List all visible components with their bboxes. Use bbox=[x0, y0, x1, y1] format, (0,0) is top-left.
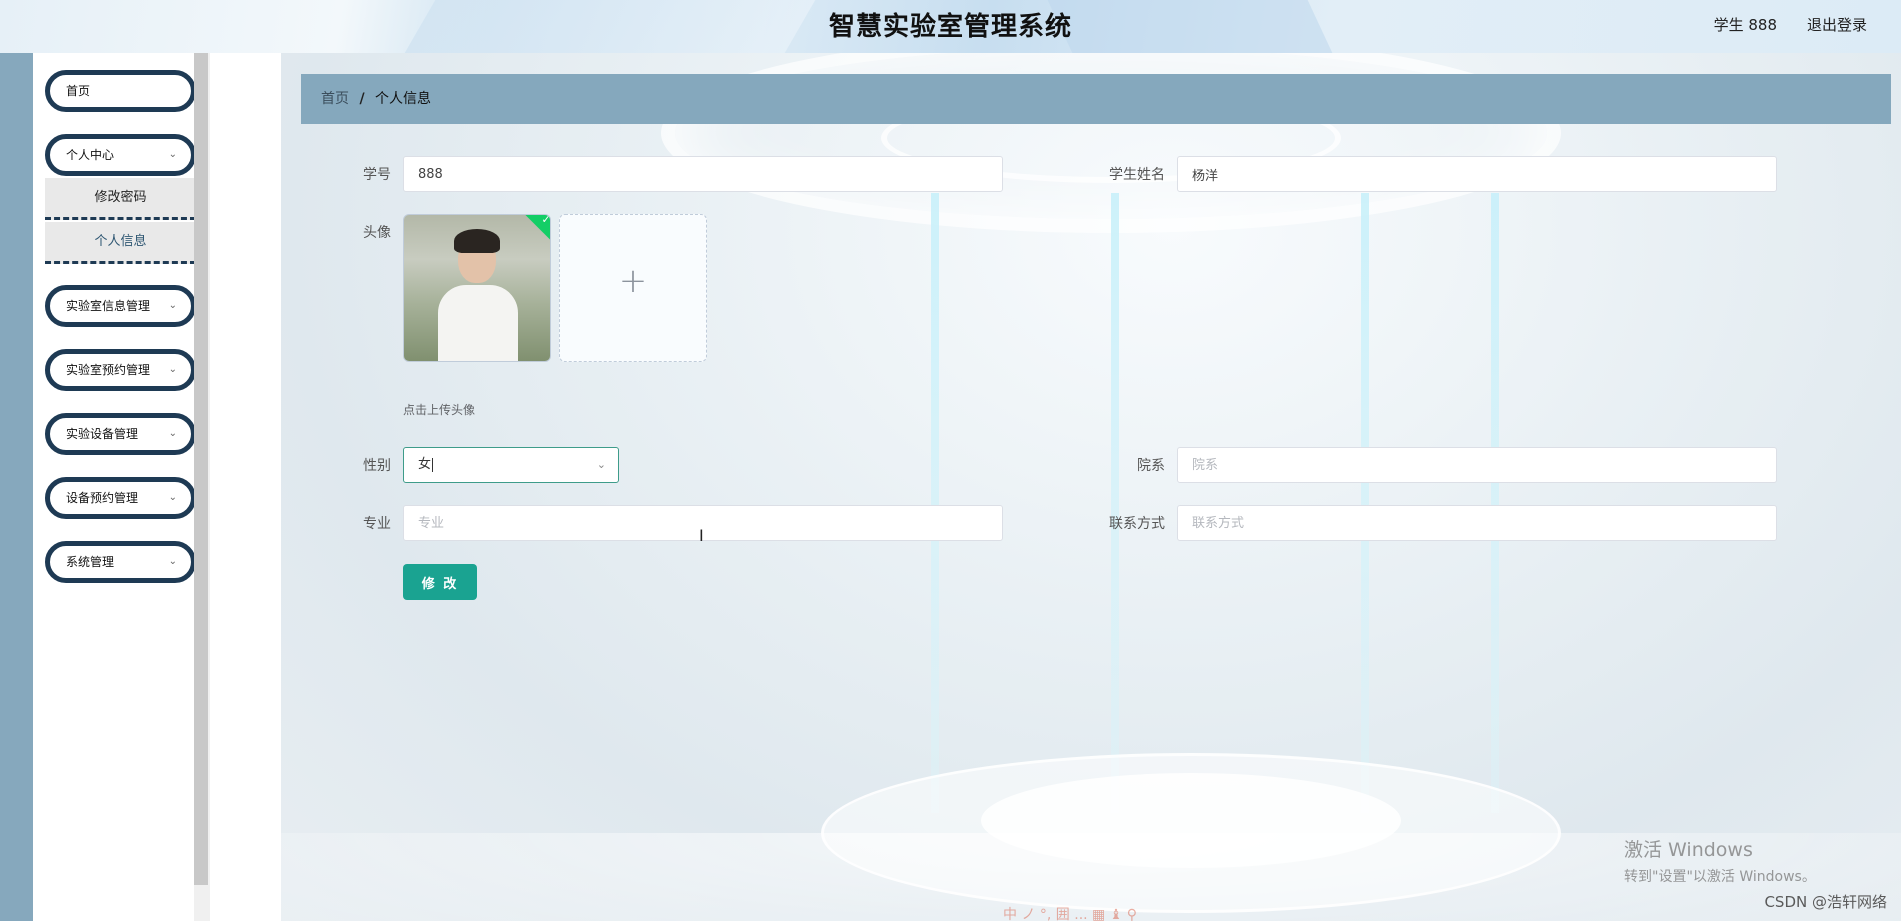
sidebar-item-label: 个人中心 bbox=[66, 148, 115, 162]
text-caret bbox=[432, 457, 434, 472]
chevron-down-icon: ⌄ bbox=[168, 428, 177, 439]
sidebar-item-home[interactable]: 首页 bbox=[45, 70, 196, 112]
student-name-label: 学生姓名 bbox=[1109, 167, 1165, 183]
sidebar-item-personal-center[interactable]: 个人中心 ⌄ bbox=[45, 134, 196, 176]
breadcrumb: 首页 / 个人信息 bbox=[301, 74, 1891, 124]
plus-icon: + bbox=[618, 261, 648, 301]
avatar-image bbox=[454, 229, 500, 253]
sidebar-item-lab-booking[interactable]: 实验室预约管理 ⌄ bbox=[45, 349, 196, 391]
background-pillar bbox=[1491, 193, 1499, 813]
chevron-down-icon: ⌄ bbox=[168, 556, 177, 567]
breadcrumb-home[interactable]: 首页 bbox=[321, 91, 349, 107]
chevron-down-icon: ⌄ bbox=[596, 458, 606, 471]
gender-label: 性别 bbox=[363, 458, 391, 474]
breadcrumb-separator: / bbox=[359, 91, 365, 107]
logout-button[interactable]: 退出登录 bbox=[1807, 14, 1867, 35]
sidebar-item-label: 设备预约管理 bbox=[66, 491, 139, 505]
background-pillar bbox=[1111, 193, 1119, 813]
avatar-upload-button[interactable]: + bbox=[559, 214, 707, 362]
sidebar-item-label: 系统管理 bbox=[66, 555, 115, 569]
contact-input[interactable] bbox=[1177, 505, 1777, 541]
avatar-label: 头像 bbox=[363, 225, 391, 241]
sidebar-item-label: 实验室预约管理 bbox=[66, 363, 151, 377]
department-input[interactable] bbox=[1177, 447, 1777, 483]
gender-select-value: 女 bbox=[418, 457, 432, 472]
main-content: 首页 / 个人信息 学号 学生姓名 头像 ✓ + 点击上传头像 性别 女 ⌄ 院… bbox=[281, 53, 1901, 921]
chevron-down-icon: ⌄ bbox=[168, 300, 177, 311]
background-decoration bbox=[981, 773, 1401, 868]
chevron-down-icon: ⌄ bbox=[168, 364, 177, 375]
sidebar-item-equipment-booking[interactable]: 设备预约管理 ⌄ bbox=[45, 477, 196, 519]
check-icon: ✓ bbox=[541, 214, 551, 226]
sidebar-item-label: 首页 bbox=[66, 84, 91, 98]
background-pillar bbox=[1361, 193, 1369, 813]
watermark-line: 转到"设置"以激活 Windows。 bbox=[1624, 869, 1816, 885]
source-watermark: CSDN @浩轩网络 bbox=[1764, 893, 1887, 911]
avatar-image bbox=[438, 285, 518, 361]
student-name-input[interactable] bbox=[1177, 156, 1777, 192]
upload-hint: 点击上传头像 bbox=[403, 403, 476, 417]
sidebar-item-label: 实验设备管理 bbox=[66, 427, 139, 441]
breadcrumb-current: 个人信息 bbox=[375, 91, 432, 107]
department-label: 院系 bbox=[1137, 458, 1165, 474]
chevron-down-icon: ⌄ bbox=[168, 149, 177, 160]
major-label: 专业 bbox=[363, 516, 391, 532]
text-cursor-icon: I bbox=[699, 526, 704, 545]
sidebar-item-label: 实验室信息管理 bbox=[66, 299, 151, 313]
avatar-preview[interactable]: ✓ bbox=[403, 214, 551, 362]
current-user-label: 学生 888 bbox=[1713, 16, 1777, 34]
contact-label: 联系方式 bbox=[1109, 516, 1165, 532]
sidebar-scrollbar-thumb[interactable] bbox=[194, 53, 208, 885]
sidebar-subitem-change-password[interactable]: 修改密码 bbox=[45, 178, 196, 220]
sidebar-subitem-label: 修改密码 bbox=[94, 190, 147, 205]
windows-activation-watermark: 激活 Windows 转到"设置"以激活 Windows。 bbox=[1624, 835, 1816, 886]
ime-toolbar: 中 ノ °, 囲 ... ▦ ♝ ⚲ bbox=[1003, 907, 1137, 921]
top-header: 智慧实验室管理系统 学生 888 退出登录 bbox=[0, 0, 1901, 53]
student-no-label: 学号 bbox=[363, 167, 391, 183]
sidebar-item-lab-info[interactable]: 实验室信息管理 ⌄ bbox=[45, 285, 196, 327]
sidebar-subitem-label: 个人信息 bbox=[94, 234, 147, 249]
sidebar: 首页 个人中心 ⌄ 修改密码 个人信息 实验室信息管理 ⌄ 实验室预约管理 ⌄ … bbox=[33, 53, 196, 921]
sidebar-item-equipment[interactable]: 实验设备管理 ⌄ bbox=[45, 413, 196, 455]
chevron-down-icon: ⌄ bbox=[168, 492, 177, 503]
gender-select[interactable]: 女 ⌄ bbox=[403, 447, 619, 483]
layout-gutter bbox=[210, 53, 281, 921]
background-pillar bbox=[931, 193, 939, 813]
sidebar-accent-strip bbox=[0, 53, 33, 921]
submit-button[interactable]: 修 改 bbox=[403, 564, 477, 600]
app-title: 智慧实验室管理系统 bbox=[828, 12, 1072, 42]
watermark-line: 激活 Windows bbox=[1624, 839, 1753, 861]
student-no-input[interactable] bbox=[403, 156, 1003, 192]
sidebar-item-system[interactable]: 系统管理 ⌄ bbox=[45, 541, 196, 583]
sidebar-subitem-personal-info[interactable]: 个人信息 bbox=[45, 222, 196, 264]
